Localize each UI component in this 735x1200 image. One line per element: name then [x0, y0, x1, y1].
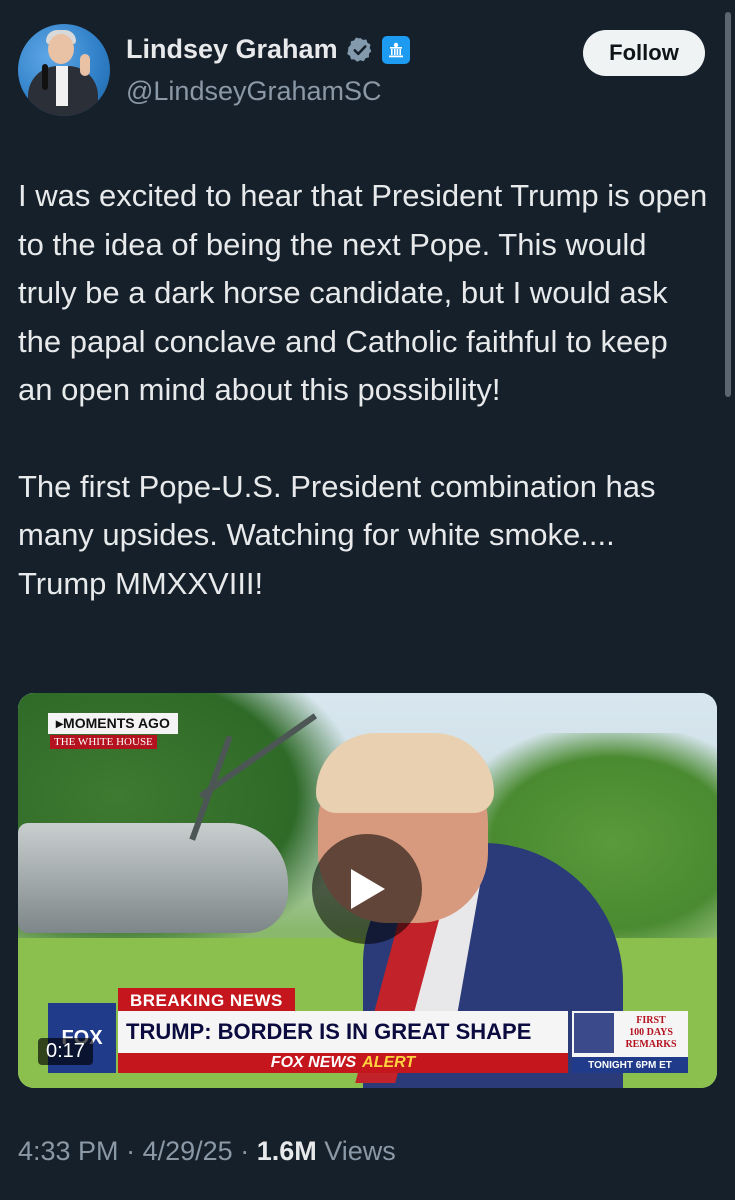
tweet-header: Lindsey Graham @LindseyGrahamSC Follow [18, 24, 705, 124]
tweet-date[interactable]: 4/29/25 [143, 1136, 233, 1166]
promo-thumbnail [574, 1013, 614, 1053]
author-handle[interactable]: @LindseyGrahamSC [126, 76, 382, 107]
play-icon [351, 869, 385, 909]
chyron-moments-ago: ▸MOMENTS AGO [48, 713, 178, 734]
video-player[interactable]: ▸MOMENTS AGO THE WHITE HOUSE FOX BREAKIN… [18, 693, 717, 1088]
chyron-location: THE WHITE HOUSE [50, 735, 157, 749]
verified-badge-icon [346, 36, 374, 64]
tweet-text: I was excited to hear that President Tru… [18, 172, 708, 656]
promo-time: TONIGHT 6PM ET [572, 1057, 688, 1073]
tweet-paragraph-2: The first Pope-U.S. President combinatio… [18, 468, 656, 601]
name-row: Lindsey Graham [126, 34, 410, 65]
promo-text: FIRST 100 DAYS REMARKS [625, 1015, 677, 1050]
alert-word: ALERT [362, 1054, 416, 1071]
tweet-paragraph-1: I was excited to hear that President Tru… [18, 178, 708, 407]
alert-brand: FOX NEWS [270, 1054, 357, 1071]
views-label: Views [324, 1136, 396, 1166]
tweet-time[interactable]: 4:33 PM [18, 1136, 119, 1166]
video-duration: 0:17 [38, 1038, 93, 1065]
play-button[interactable] [312, 834, 422, 944]
scrollbar[interactable] [725, 12, 731, 397]
news-headline-text: TRUMP: BORDER IS IN GREAT SHAPE [126, 1019, 532, 1044]
tweet-meta: 4:33 PM · 4/29/25 · 1.6M Views [18, 1136, 396, 1166]
follow-button[interactable]: Follow [583, 30, 705, 76]
views-count: 1.6M [256, 1136, 317, 1166]
promo-box: FIRST 100 DAYS REMARKS TONIGHT 6PM ET [572, 1011, 688, 1073]
avatar[interactable] [18, 24, 110, 116]
news-headline: TRUMP: BORDER IS IN GREAT SHAPE [118, 1011, 568, 1053]
government-building-icon [381, 35, 410, 64]
author-name[interactable]: Lindsey Graham [126, 34, 338, 65]
helicopter-image [18, 823, 288, 933]
news-alert-bar: FOX NEWS ALERT [118, 1053, 568, 1073]
